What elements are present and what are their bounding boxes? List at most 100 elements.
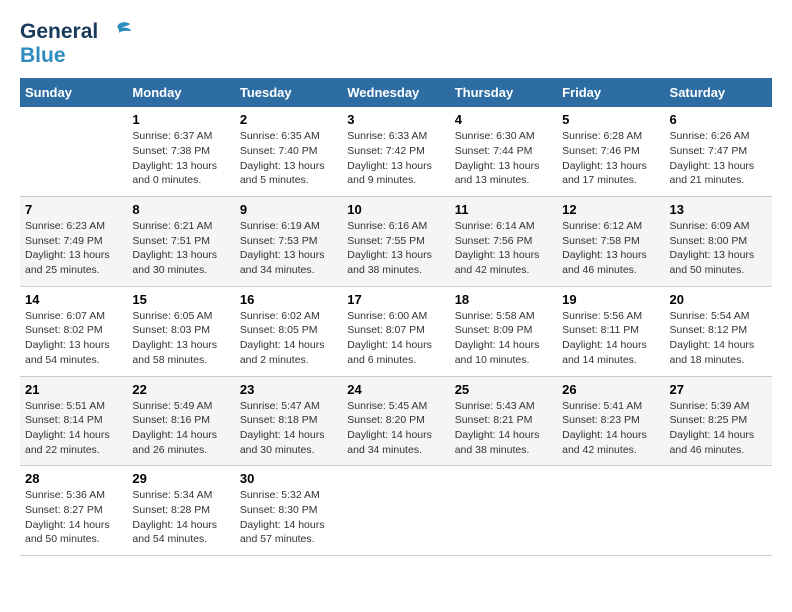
- calendar-header: SundayMondayTuesdayWednesdayThursdayFrid…: [20, 78, 772, 107]
- date-number: 20: [670, 292, 767, 307]
- logo-bird-icon: [104, 21, 132, 43]
- calendar-cell: 19 Sunrise: 5:56 AM Sunset: 8:11 PM Dayli…: [557, 286, 664, 376]
- date-number: 25: [455, 382, 552, 397]
- calendar-cell: 20 Sunrise: 5:54 AM Sunset: 8:12 PM Dayli…: [665, 286, 772, 376]
- calendar-cell: [342, 466, 449, 556]
- calendar-cell: 18 Sunrise: 5:58 AM Sunset: 8:09 PM Dayli…: [450, 286, 557, 376]
- page-header: General Blue: [20, 20, 772, 68]
- calendar-cell: 23 Sunrise: 5:47 AM Sunset: 8:18 PM Dayli…: [235, 376, 342, 466]
- date-number: 1: [132, 112, 229, 127]
- calendar-week-row: 14Sunrise: 6:07 AM Sunset: 8:02 PM Dayli…: [20, 286, 772, 376]
- cell-info: Sunrise: 6:35 AM Sunset: 7:40 PM Dayligh…: [240, 129, 337, 188]
- date-number: 27: [670, 382, 767, 397]
- date-number: 21: [25, 382, 122, 397]
- header-day: Sunday: [20, 78, 127, 107]
- calendar-cell: 8 Sunrise: 6:21 AM Sunset: 7:51 PM Daylig…: [127, 197, 234, 287]
- calendar-cell: 25 Sunrise: 5:43 AM Sunset: 8:21 PM Dayli…: [450, 376, 557, 466]
- cell-info: Sunrise: 5:34 AM Sunset: 8:28 PM Dayligh…: [132, 488, 229, 547]
- cell-info: Sunrise: 5:51 AM Sunset: 8:14 PM Dayligh…: [25, 399, 122, 458]
- calendar-cell: [450, 466, 557, 556]
- cell-info: Sunrise: 5:43 AM Sunset: 8:21 PM Dayligh…: [455, 399, 552, 458]
- date-number: 5: [562, 112, 659, 127]
- header-row: SundayMondayTuesdayWednesdayThursdayFrid…: [20, 78, 772, 107]
- calendar-cell: 26 Sunrise: 5:41 AM Sunset: 8:23 PM Dayli…: [557, 376, 664, 466]
- calendar-cell: 2 Sunrise: 6:35 AM Sunset: 7:40 PM Daylig…: [235, 107, 342, 196]
- cell-info: Sunrise: 5:32 AM Sunset: 8:30 PM Dayligh…: [240, 488, 337, 547]
- calendar-week-row: 28Sunrise: 5:36 AM Sunset: 8:27 PM Dayli…: [20, 466, 772, 556]
- header-day: Saturday: [665, 78, 772, 107]
- date-number: 2: [240, 112, 337, 127]
- date-number: 13: [670, 202, 767, 217]
- cell-info: Sunrise: 5:54 AM Sunset: 8:12 PM Dayligh…: [670, 309, 767, 368]
- cell-info: Sunrise: 5:47 AM Sunset: 8:18 PM Dayligh…: [240, 399, 337, 458]
- cell-info: Sunrise: 6:09 AM Sunset: 8:00 PM Dayligh…: [670, 219, 767, 278]
- date-number: 24: [347, 382, 444, 397]
- cell-info: Sunrise: 6:00 AM Sunset: 8:07 PM Dayligh…: [347, 309, 444, 368]
- date-number: 10: [347, 202, 444, 217]
- date-number: 9: [240, 202, 337, 217]
- calendar-cell: 16Sunrise: 6:02 AM Sunset: 8:05 PM Dayli…: [235, 286, 342, 376]
- cell-info: Sunrise: 5:58 AM Sunset: 8:09 PM Dayligh…: [455, 309, 552, 368]
- cell-info: Sunrise: 5:45 AM Sunset: 8:20 PM Dayligh…: [347, 399, 444, 458]
- calendar-cell: 7 Sunrise: 6:23 AM Sunset: 7:49 PM Daylig…: [20, 197, 127, 287]
- header-day: Wednesday: [342, 78, 449, 107]
- calendar-cell: 3Sunrise: 6:33 AM Sunset: 7:42 PM Daylig…: [342, 107, 449, 196]
- date-number: 18: [455, 292, 552, 307]
- calendar-week-row: 21 Sunrise: 5:51 AM Sunset: 8:14 PM Dayli…: [20, 376, 772, 466]
- logo-text: General: [20, 20, 132, 44]
- header-day: Tuesday: [235, 78, 342, 107]
- calendar-cell: 5 Sunrise: 6:28 AM Sunset: 7:46 PM Daylig…: [557, 107, 664, 196]
- date-number: 19: [562, 292, 659, 307]
- date-number: 26: [562, 382, 659, 397]
- cell-info: Sunrise: 6:02 AM Sunset: 8:05 PM Dayligh…: [240, 309, 337, 368]
- cell-info: Sunrise: 6:30 AM Sunset: 7:44 PM Dayligh…: [455, 129, 552, 188]
- cell-info: Sunrise: 6:26 AM Sunset: 7:47 PM Dayligh…: [670, 129, 767, 188]
- cell-info: Sunrise: 5:49 AM Sunset: 8:16 PM Dayligh…: [132, 399, 229, 458]
- date-number: 30: [240, 471, 337, 486]
- date-number: 22: [132, 382, 229, 397]
- calendar-cell: 30 Sunrise: 5:32 AM Sunset: 8:30 PM Dayli…: [235, 466, 342, 556]
- calendar-cell: 14Sunrise: 6:07 AM Sunset: 8:02 PM Dayli…: [20, 286, 127, 376]
- cell-info: Sunrise: 6:21 AM Sunset: 7:51 PM Dayligh…: [132, 219, 229, 278]
- calendar-table: SundayMondayTuesdayWednesdayThursdayFrid…: [20, 78, 772, 556]
- logo: General Blue: [20, 20, 132, 68]
- date-number: 23: [240, 382, 337, 397]
- calendar-cell: [557, 466, 664, 556]
- calendar-cell: [665, 466, 772, 556]
- cell-info: Sunrise: 6:16 AM Sunset: 7:55 PM Dayligh…: [347, 219, 444, 278]
- date-number: 12: [562, 202, 659, 217]
- cell-info: Sunrise: 6:07 AM Sunset: 8:02 PM Dayligh…: [25, 309, 122, 368]
- calendar-cell: 4 Sunrise: 6:30 AM Sunset: 7:44 PM Daylig…: [450, 107, 557, 196]
- cell-info: Sunrise: 6:14 AM Sunset: 7:56 PM Dayligh…: [455, 219, 552, 278]
- cell-info: Sunrise: 5:36 AM Sunset: 8:27 PM Dayligh…: [25, 488, 122, 547]
- cell-info: Sunrise: 5:56 AM Sunset: 8:11 PM Dayligh…: [562, 309, 659, 368]
- date-number: 8: [132, 202, 229, 217]
- cell-info: Sunrise: 5:39 AM Sunset: 8:25 PM Dayligh…: [670, 399, 767, 458]
- date-number: 15: [132, 292, 229, 307]
- cell-info: Sunrise: 6:23 AM Sunset: 7:49 PM Dayligh…: [25, 219, 122, 278]
- calendar-cell: 22 Sunrise: 5:49 AM Sunset: 8:16 PM Dayli…: [127, 376, 234, 466]
- calendar-cell: 15 Sunrise: 6:05 AM Sunset: 8:03 PM Dayli…: [127, 286, 234, 376]
- cell-info: Sunrise: 6:05 AM Sunset: 8:03 PM Dayligh…: [132, 309, 229, 368]
- calendar-body: 1 Sunrise: 6:37 AM Sunset: 7:38 PM Daylig…: [20, 107, 772, 555]
- calendar-week-row: 7 Sunrise: 6:23 AM Sunset: 7:49 PM Daylig…: [20, 197, 772, 287]
- cell-info: Sunrise: 6:12 AM Sunset: 7:58 PM Dayligh…: [562, 219, 659, 278]
- cell-info: Sunrise: 6:37 AM Sunset: 7:38 PM Dayligh…: [132, 129, 229, 188]
- date-number: 7: [25, 202, 122, 217]
- header-day: Monday: [127, 78, 234, 107]
- calendar-cell: 21 Sunrise: 5:51 AM Sunset: 8:14 PM Dayli…: [20, 376, 127, 466]
- date-number: 4: [455, 112, 552, 127]
- cell-info: Sunrise: 6:28 AM Sunset: 7:46 PM Dayligh…: [562, 129, 659, 188]
- calendar-cell: 29 Sunrise: 5:34 AM Sunset: 8:28 PM Dayli…: [127, 466, 234, 556]
- calendar-cell: 28Sunrise: 5:36 AM Sunset: 8:27 PM Dayli…: [20, 466, 127, 556]
- date-number: 29: [132, 471, 229, 486]
- calendar-cell: 1 Sunrise: 6:37 AM Sunset: 7:38 PM Daylig…: [127, 107, 234, 196]
- logo-blue-text: Blue: [20, 44, 132, 68]
- date-number: 17: [347, 292, 444, 307]
- calendar-cell: 9Sunrise: 6:19 AM Sunset: 7:53 PM Daylig…: [235, 197, 342, 287]
- calendar-cell: 27 Sunrise: 5:39 AM Sunset: 8:25 PM Dayli…: [665, 376, 772, 466]
- calendar-cell: 12 Sunrise: 6:12 AM Sunset: 7:58 PM Dayli…: [557, 197, 664, 287]
- calendar-cell: 24 Sunrise: 5:45 AM Sunset: 8:20 PM Dayli…: [342, 376, 449, 466]
- cell-info: Sunrise: 5:41 AM Sunset: 8:23 PM Dayligh…: [562, 399, 659, 458]
- calendar-cell: 11Sunrise: 6:14 AM Sunset: 7:56 PM Dayli…: [450, 197, 557, 287]
